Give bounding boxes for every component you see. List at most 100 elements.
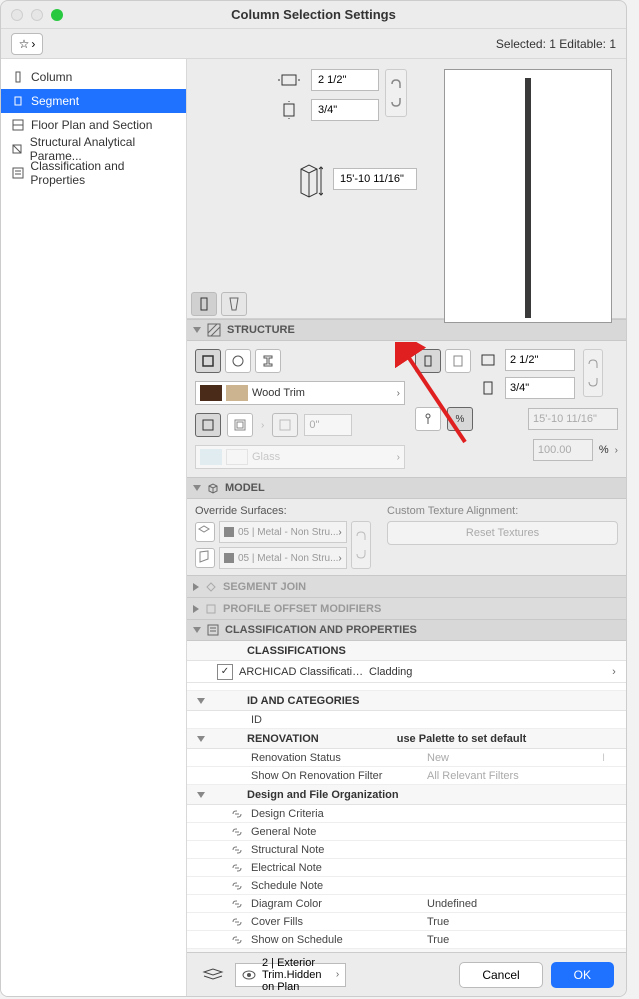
link-icon [227,827,247,837]
checkbox-icon[interactable]: ✓ [217,664,233,680]
sidebar-item-label: Segment [31,94,79,108]
struct-dim-lock[interactable] [583,349,603,397]
content-scroll[interactable]: STRUCTURE Wood Trim › [187,319,626,952]
depth-input[interactable] [311,99,379,121]
sidebar-item-segment[interactable]: Segment [1,89,186,113]
surface-top-select[interactable]: 05 | Metal - Non Stru...› [219,521,347,543]
property-row[interactable]: Schedule Note [187,877,626,895]
veneer-finish-button[interactable] [272,413,298,437]
width-input[interactable] [311,69,379,91]
classification-header[interactable]: CLASSIFICATION AND PROPERTIES [187,619,626,641]
struct-width-input[interactable] [505,349,575,371]
footer: 2 | Exterior Trim.Hidden on Plan › Cance… [187,952,626,996]
veneer-thickness-input[interactable] [304,414,352,436]
sidebar: Column Segment Floor Plan and Section St… [1,59,187,996]
end-type-button[interactable] [415,349,441,373]
section-title: SEGMENT JOIN [223,581,306,593]
renovation-subheader[interactable]: RENOVATION use Palette to set default [187,729,626,749]
general-ratings-subheader[interactable]: General Ratings [187,949,626,952]
anchor-button[interactable] [415,407,441,431]
section-title: CLASSIFICATION AND PROPERTIES [225,624,417,636]
preview-3d[interactable] [444,69,612,323]
segment-icon [11,94,25,108]
ratio-input [533,439,593,461]
material-name: Glass [252,451,280,463]
link-icon [227,863,247,873]
veneer-none-button[interactable] [195,413,221,437]
reset-textures-button[interactable]: Reset Textures [387,521,618,545]
toolbar: ☆ › Selected: 1 Editable: 1 [1,29,626,59]
shape-circle-button[interactable] [225,349,251,373]
struct-depth-input[interactable] [505,377,575,399]
property-row[interactable]: Show on ScheduleTrue [187,931,626,949]
model-header[interactable]: MODEL [187,477,626,499]
building-material-select[interactable]: Wood Trim › [195,381,405,405]
property-row[interactable]: Cover FillsTrue [187,913,626,931]
property-row[interactable]: Structural Note [187,841,626,859]
design-org-subheader[interactable]: Design and File Organization [187,785,626,805]
classifications-subheader: CLASSIFICATIONS [187,641,626,661]
classification-row[interactable]: ✓ ARCHICAD Classification -... Cladding … [187,661,626,683]
id-categories-subheader[interactable]: ID AND CATEGORIES [187,691,626,711]
eye-icon [242,970,256,980]
veneer-core-button[interactable] [227,413,253,437]
height-input[interactable] [333,168,417,190]
property-row[interactable]: Design Criteria [187,805,626,823]
depth-icon [277,100,305,120]
chevron-down-icon [197,736,205,742]
tab-tapered-segment[interactable] [221,292,247,316]
chevron-right-icon[interactable]: › [602,666,626,678]
geometry-area [187,59,626,319]
renovation-hint: use Palette to set default [397,733,527,745]
floorplan-icon [11,118,25,132]
surface-side-icon[interactable] [195,548,215,568]
dimension-lock[interactable] [385,69,407,117]
sidebar-item-label: Classification and Properties [30,159,176,187]
sidebar-item-classification[interactable]: Classification and Properties [1,161,186,185]
list-icon [207,624,219,636]
hatch-icon [207,323,221,337]
column-preview [525,78,531,318]
end-type-alt-button[interactable] [445,349,471,373]
sidebar-item-column[interactable]: Column [1,65,186,89]
percent-button[interactable]: % [447,407,473,431]
chevron-right-icon: › [397,452,400,463]
surface-top-icon[interactable] [195,522,215,542]
structure-body: Wood Trim › › Gl [187,341,626,477]
cancel-button[interactable]: Cancel [459,962,542,988]
property-row[interactable]: Electrical Note [187,859,626,877]
titlebar: Column Selection Settings [1,1,626,29]
favorites-button[interactable]: ☆ › [11,33,43,55]
surface-side-select[interactable]: 05 | Metal - Non Stru...› [219,547,347,569]
sidebar-item-floorplan[interactable]: Floor Plan and Section [1,113,186,137]
tab-solid-segment[interactable] [191,292,217,316]
edit-icon: I [602,752,626,764]
shape-rect-button[interactable] [195,349,221,373]
link-icon [227,881,247,891]
property-row[interactable]: Show On Renovation Filter All Relevant F… [187,767,626,785]
surface-lock[interactable] [351,521,371,569]
override-label: Override Surfaces: [195,505,375,517]
width-icon [479,352,499,368]
property-row[interactable]: General Note [187,823,626,841]
sidebar-item-label: Floor Plan and Section [31,118,152,132]
property-row-id[interactable]: ID [187,711,626,729]
structural-icon [11,142,24,156]
section-title: STRUCTURE [227,324,295,336]
material-swatch2 [226,385,248,401]
profile-offset-header[interactable]: PROFILE OFFSET MODIFIERS [187,597,626,619]
property-row[interactable]: Renovation Status New I [187,749,626,767]
segment-join-header[interactable]: SEGMENT JOIN [187,575,626,597]
link-icon [227,845,247,855]
depth-icon [479,380,499,396]
glass-material-select[interactable]: Glass › [195,445,405,469]
classification-value: Cladding [369,666,602,678]
shape-profile-button[interactable] [255,349,281,373]
property-row[interactable]: Diagram ColorUndefined [187,895,626,913]
layer-select[interactable]: 2 | Exterior Trim.Hidden on Plan › [235,963,346,987]
ok-button[interactable]: OK [551,962,614,988]
window-title: Column Selection Settings [1,7,626,22]
link-icon [227,917,247,927]
percent-label: % [599,444,609,456]
sidebar-item-structural[interactable]: Structural Analytical Parame... [1,137,186,161]
